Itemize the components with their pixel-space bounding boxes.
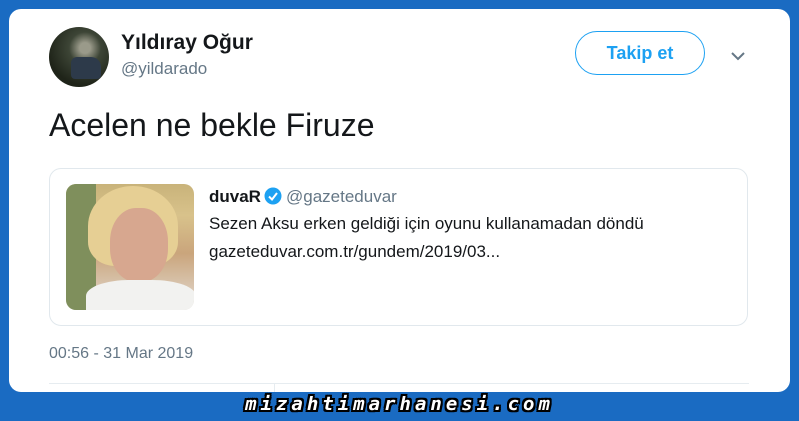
verified-badge-icon <box>264 187 282 205</box>
chevron-down-icon[interactable] <box>731 49 745 63</box>
author-handle[interactable]: @yildarado <box>121 59 207 79</box>
site-watermark: mizahtimarhanesi.com <box>245 393 554 415</box>
divider <box>49 383 749 384</box>
quoted-author-name[interactable]: duvaR <box>209 187 261 207</box>
image-shirt <box>86 280 194 310</box>
quoted-tweet-link[interactable]: gazeteduvar.com.tr/gundem/2019/03... <box>209 242 500 262</box>
follow-button[interactable]: Takip et <box>575 31 705 75</box>
author-display-name[interactable]: Yıldıray Oğur <box>121 31 253 55</box>
quoted-author-handle[interactable]: @gazeteduvar <box>286 187 397 207</box>
tweet-card: Yıldıray Oğur @yildarado Takip et Acelen… <box>9 9 790 392</box>
author-avatar[interactable] <box>49 27 109 87</box>
tweet-timestamp[interactable]: 00:56 - 31 Mar 2019 <box>49 345 193 363</box>
image-face <box>110 208 168 282</box>
divider-vertical <box>274 383 275 392</box>
quoted-tweet-text: Sezen Aksu erken geldiği için oyunu kull… <box>209 214 644 233</box>
quoted-tweet-image[interactable] <box>66 184 194 310</box>
quoted-tweet[interactable]: duvaR @gazeteduvar Sezen Aksu erken geld… <box>49 168 748 326</box>
tweet-text: Acelen ne bekle Firuze <box>49 107 375 143</box>
